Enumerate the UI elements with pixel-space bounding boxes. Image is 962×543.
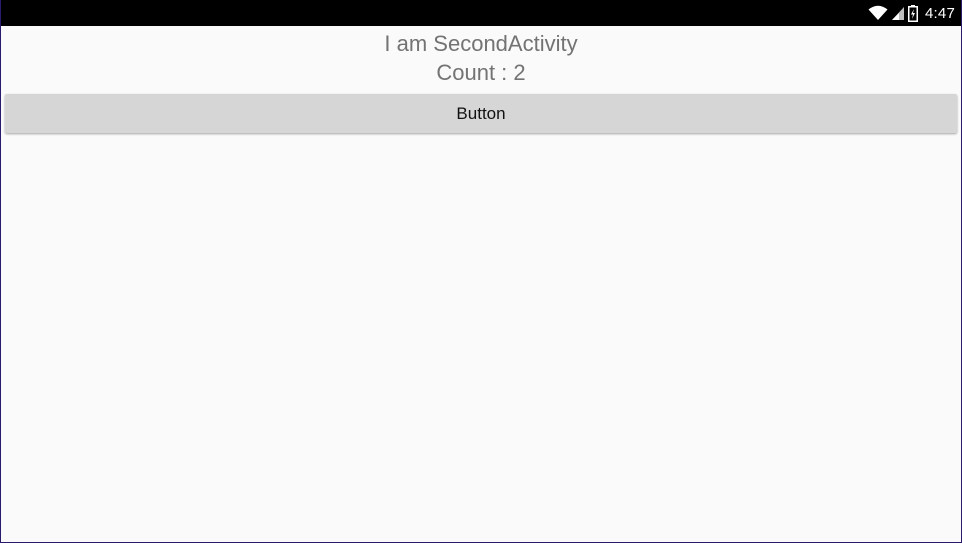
- app-screen: 4:47 I am SecondActivity Count : 2 Butto…: [1, 0, 961, 542]
- signal-icon: [891, 5, 905, 21]
- main-button[interactable]: Button: [5, 94, 957, 133]
- activity-content: I am SecondActivity Count : 2 Button: [1, 26, 961, 133]
- wifi-icon: [868, 5, 888, 21]
- battery-icon: [908, 4, 918, 22]
- status-clock: 4:47: [925, 4, 955, 22]
- activity-title: I am SecondActivity: [384, 31, 578, 56]
- count-label: Count : 2: [436, 60, 526, 85]
- status-bar: 4:47: [1, 0, 961, 26]
